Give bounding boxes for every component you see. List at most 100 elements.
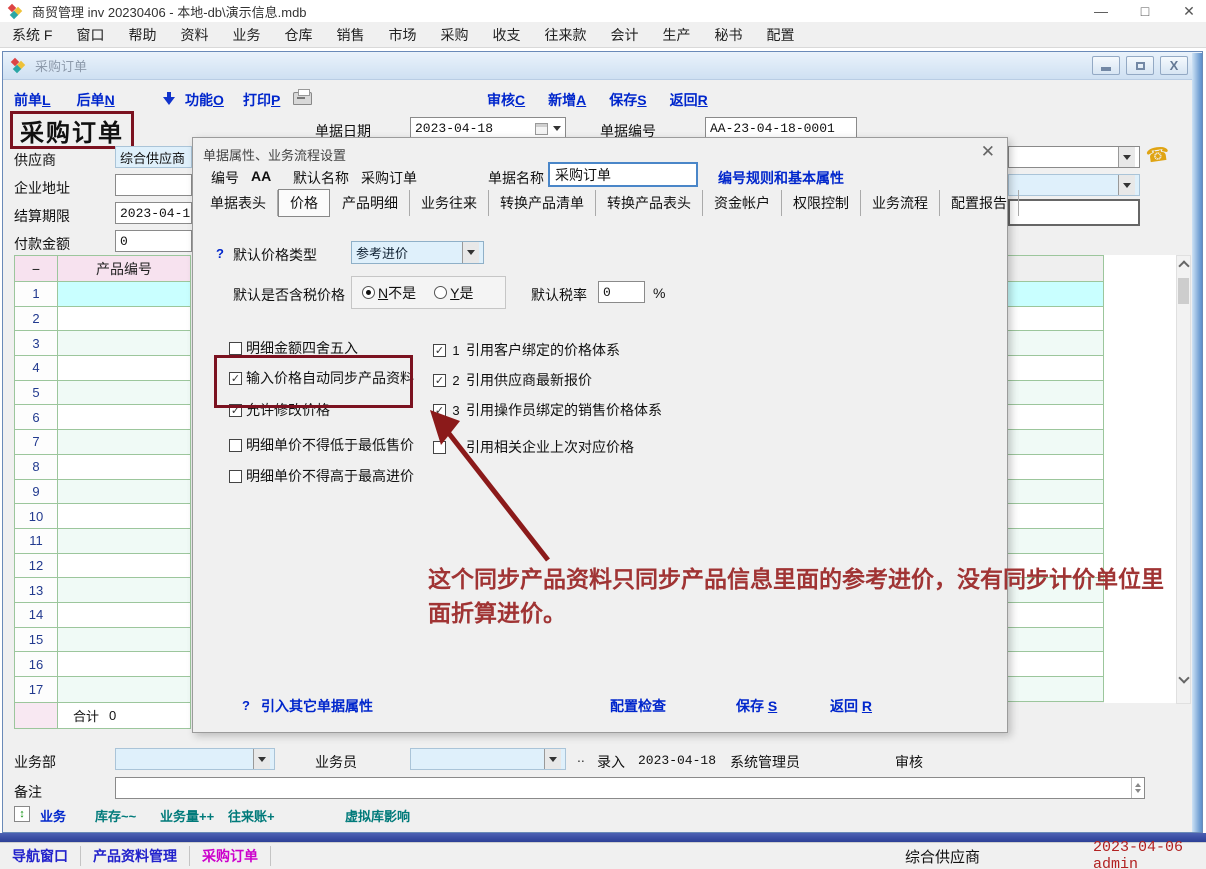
note-scroll-icon[interactable] xyxy=(1131,778,1144,798)
table-row[interactable]: 3 xyxy=(15,331,190,356)
menu-item[interactable]: 销售 xyxy=(324,25,376,45)
checkbox-row[interactable]: 明细单价不得低于最低售价 xyxy=(229,435,414,455)
stock-link[interactable]: 库存~~ xyxy=(95,806,136,825)
product-cell[interactable] xyxy=(58,405,190,429)
table-row[interactable]: 15 xyxy=(15,628,190,653)
table-row[interactable] xyxy=(1008,628,1104,653)
dialog-tab[interactable]: 权限控制 xyxy=(782,190,861,216)
checkbox-row[interactable]: 明细单价不得高于最高进价 xyxy=(229,466,414,486)
print-button[interactable]: 打印P xyxy=(243,90,280,110)
chevron-down-icon[interactable] xyxy=(1118,175,1135,195)
table-row[interactable] xyxy=(1008,652,1104,677)
toolbar-link[interactable]: 前单L xyxy=(14,90,51,110)
table-row[interactable]: 10 xyxy=(15,504,190,529)
toolbar-link[interactable]: 返回R xyxy=(670,90,708,110)
menu-item[interactable]: 秘书 xyxy=(702,25,754,45)
dialog-tab[interactable]: 配置报告 xyxy=(940,190,1019,216)
table-corner-header[interactable]: − xyxy=(15,256,58,281)
statusbar-tab[interactable]: 产品资料管理 xyxy=(81,846,190,866)
dialog-tab[interactable]: 产品明细 xyxy=(331,190,410,216)
product-cell[interactable] xyxy=(58,578,190,602)
table-row[interactable] xyxy=(1008,282,1104,307)
child-minimize-button[interactable] xyxy=(1092,56,1120,75)
menu-item[interactable]: 往来款 xyxy=(532,25,598,45)
product-cell[interactable] xyxy=(58,603,190,627)
table-row[interactable] xyxy=(1008,430,1104,455)
table-row[interactable] xyxy=(1008,603,1104,628)
dept-dropdown[interactable] xyxy=(115,748,275,770)
right-text-input[interactable] xyxy=(1008,199,1140,226)
product-cell[interactable] xyxy=(58,430,190,454)
child-close-button[interactable]: X xyxy=(1160,56,1188,75)
chevron-down-icon[interactable] xyxy=(553,126,561,135)
dialog-tab[interactable]: 资金帐户 xyxy=(703,190,782,216)
maximize-button[interactable]: □ xyxy=(1136,3,1154,19)
table-row[interactable]: 12 xyxy=(15,554,190,579)
import-properties-link[interactable]: 引入其它单据属性 xyxy=(261,696,373,716)
dialog-tab[interactable]: 价格 xyxy=(278,189,330,217)
menu-item[interactable]: 生产 xyxy=(650,25,702,45)
menu-item[interactable]: 采购 xyxy=(428,25,480,45)
checkbox-icon[interactable] xyxy=(229,470,242,483)
accounts-link[interactable]: 往来账+ xyxy=(228,806,275,825)
table-row[interactable]: 5 xyxy=(15,381,190,406)
supplier-field[interactable]: 综合供应商 xyxy=(115,146,192,168)
table-row[interactable] xyxy=(1008,381,1104,406)
product-cell[interactable] xyxy=(58,529,190,553)
table-row[interactable]: 9 xyxy=(15,480,190,505)
help-icon[interactable]: ? xyxy=(242,698,250,713)
toolbar-link[interactable]: 审核C xyxy=(487,90,525,110)
chevron-down-icon[interactable] xyxy=(544,749,561,769)
table-row[interactable] xyxy=(1008,307,1104,332)
due-input[interactable]: 2023-04-18 xyxy=(115,202,192,224)
product-cell[interactable] xyxy=(58,677,190,702)
checkbox-icon[interactable] xyxy=(229,439,242,452)
menu-item[interactable]: 业务 xyxy=(220,25,272,45)
dialog-tab[interactable]: 转换产品清单 xyxy=(489,190,596,216)
checkbox-icon[interactable] xyxy=(229,342,242,355)
table-row[interactable]: 16 xyxy=(15,652,190,677)
printer-icon[interactable] xyxy=(293,92,312,105)
menu-item[interactable]: 收支 xyxy=(480,25,532,45)
menu-item[interactable]: 窗口 xyxy=(64,25,116,45)
table-row[interactable]: 17 xyxy=(15,677,190,702)
toolbar-link[interactable]: 新增A xyxy=(548,90,586,110)
table-row[interactable]: 7 xyxy=(15,430,190,455)
table-row[interactable]: 1 xyxy=(15,282,190,307)
staff-dropdown[interactable] xyxy=(410,748,566,770)
product-cell[interactable] xyxy=(58,504,190,528)
dialog-back-link[interactable]: 返回 R xyxy=(830,696,872,716)
menu-item[interactable]: 市场 xyxy=(376,25,428,45)
dialog-tab[interactable]: 业务流程 xyxy=(861,190,940,216)
table-row[interactable]: 13 xyxy=(15,578,190,603)
price-type-dropdown[interactable]: 参考进价 xyxy=(351,241,484,264)
menu-item[interactable]: 系统 F xyxy=(0,25,64,45)
table-row[interactable]: 4 xyxy=(15,356,190,381)
function-button[interactable]: 功能O xyxy=(185,90,224,110)
product-cell[interactable] xyxy=(58,282,190,306)
chevron-down-icon[interactable] xyxy=(462,242,479,263)
product-cell[interactable] xyxy=(58,652,190,676)
product-cell[interactable] xyxy=(58,307,190,331)
toolbar-link[interactable]: 保存S xyxy=(609,90,646,110)
statusbar-tab[interactable]: 导航窗口 xyxy=(0,846,81,866)
product-cell[interactable] xyxy=(58,628,190,652)
supplier-dropdown[interactable] xyxy=(1008,146,1140,168)
table-row[interactable] xyxy=(1008,504,1104,529)
menu-item[interactable]: 帮助 xyxy=(116,25,168,45)
dialog-tab[interactable]: 单据表头 xyxy=(199,190,278,216)
product-col-header[interactable]: 产品编号 xyxy=(58,256,190,281)
product-cell[interactable] xyxy=(58,331,190,355)
table-row[interactable] xyxy=(1008,405,1104,430)
checkbox-row[interactable]: 1 引用客户绑定的价格体系 xyxy=(433,340,620,360)
table-row[interactable] xyxy=(1008,677,1104,702)
chevron-down-icon[interactable] xyxy=(1118,147,1135,167)
config-check-link[interactable]: 配置检查 xyxy=(610,696,666,716)
radio-no[interactable]: N不是 xyxy=(362,283,416,303)
scroll-down-icon[interactable] xyxy=(1178,672,1189,683)
checkbox-row[interactable]: 2 引用供应商最新报价 xyxy=(433,370,592,390)
table-row[interactable] xyxy=(1008,356,1104,381)
minimize-button[interactable]: — xyxy=(1092,3,1110,19)
table-row[interactable] xyxy=(1008,331,1104,356)
table-row[interactable]: 8 xyxy=(15,455,190,480)
